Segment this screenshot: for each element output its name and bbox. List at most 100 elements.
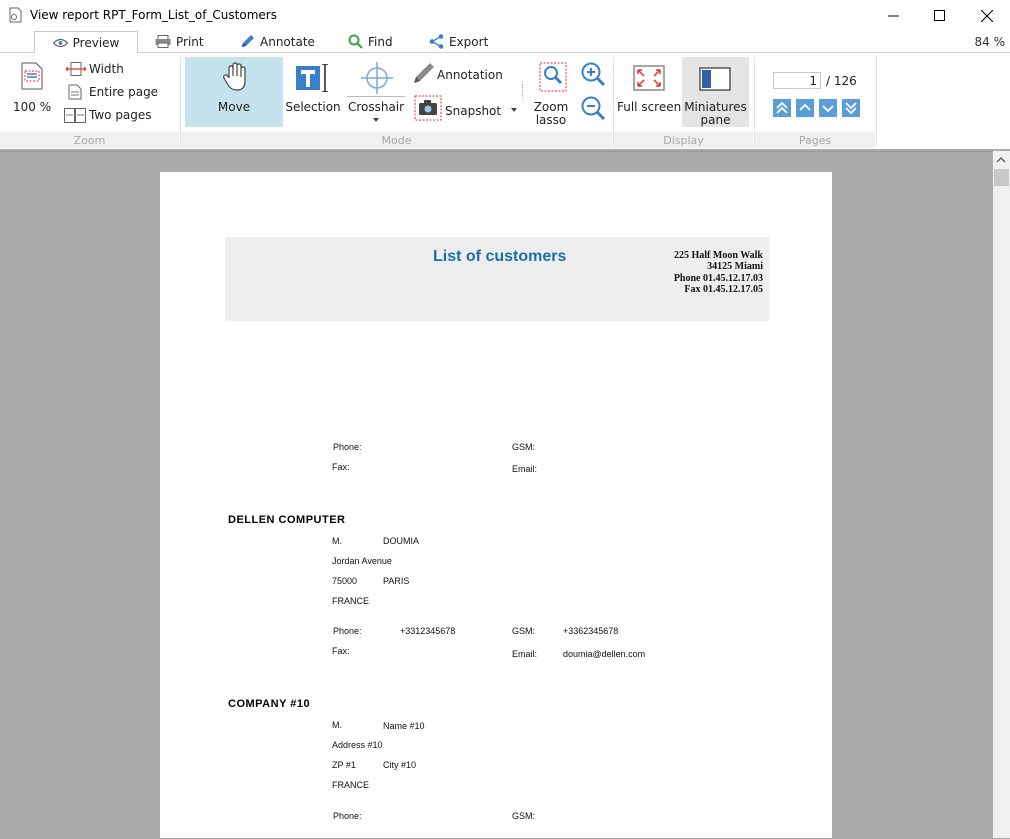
eye-icon <box>52 38 68 47</box>
zoom-in-icon[interactable] <box>580 61 606 87</box>
close-icon <box>981 9 993 22</box>
tab-preview-label: Preview <box>72 35 120 50</box>
last-page-button[interactable] <box>842 99 860 117</box>
email-label: Email: <box>512 649 538 659</box>
zoom-entire-page-button[interactable]: Entire page <box>64 83 164 101</box>
full-screen-button[interactable]: Full screen <box>617 57 681 127</box>
chevron-down-icon[interactable] <box>373 118 379 122</box>
customer-phone: +3312345678 <box>400 626 456 636</box>
customer-country: FRANCE <box>332 780 370 790</box>
customer-city: City #10 <box>383 760 417 770</box>
zoom-width-button[interactable]: Width <box>64 60 164 78</box>
chevron-down-icon <box>822 105 834 113</box>
gsm-label: GSM: <box>512 442 536 452</box>
customer-company: DELLEN COMPUTER <box>228 514 346 526</box>
customer-country: FRANCE <box>332 596 370 606</box>
customer-name: Name #10 <box>383 721 425 731</box>
full-screen-icon <box>633 65 665 91</box>
previous-page-button[interactable] <box>796 99 814 117</box>
double-chevron-down-icon <box>845 102 857 114</box>
snapshot-mode-label: Snapshot <box>445 104 502 118</box>
tab-export-label: Export <box>449 34 489 49</box>
report-title: List of customers <box>433 248 567 265</box>
zoom-100-button[interactable]: 100 % <box>10 60 54 116</box>
crosshair-mode-button[interactable]: Crosshair <box>345 57 407 127</box>
phone-label: Phone: <box>333 626 362 636</box>
company-address-line-2: 34125 Miami <box>707 261 763 272</box>
minimize-button[interactable] <box>870 0 916 31</box>
first-page-button[interactable] <box>773 99 791 117</box>
hand-icon <box>223 62 246 91</box>
tab-preview[interactable]: Preview <box>34 31 138 53</box>
minimize-icon <box>887 15 899 17</box>
zoom-lasso-icon <box>539 62 567 92</box>
phone-label: Phone: <box>333 442 362 452</box>
miniatures-pane-button[interactable]: Miniatures pane <box>682 57 749 127</box>
page-number-input[interactable] <box>773 72 821 89</box>
vertical-scrollbar[interactable] <box>993 151 1010 838</box>
zoom-two-pages-button[interactable]: Two pages <box>64 106 164 124</box>
chevron-up-icon <box>799 103 811 111</box>
annotation-mode-label: Annotation <box>437 68 503 82</box>
fax-label: Fax: <box>332 462 350 472</box>
tab-print[interactable]: Print <box>155 31 204 52</box>
display-group-label: Display <box>614 132 753 148</box>
tab-find[interactable]: Find <box>348 31 393 52</box>
customer-address: Address #10 <box>332 740 383 750</box>
share-icon <box>429 34 444 49</box>
customer-title: M. <box>332 536 342 546</box>
customer-city: PARIS <box>383 576 410 586</box>
phone-label: Phone: <box>333 811 362 821</box>
tab-export[interactable]: Export <box>429 31 488 52</box>
double-chevron-up-icon <box>776 102 788 114</box>
search-icon <box>348 34 363 49</box>
tab-annotate[interactable]: Annotate <box>240 31 315 52</box>
annotation-mode-button[interactable]: Annotation <box>410 61 520 87</box>
company-fax: Fax 01.45.12.17.05 <box>684 284 763 295</box>
gsm-label: GSM: <box>512 626 536 636</box>
mode-group-label: Mode <box>181 132 612 148</box>
crosshair-icon <box>361 62 393 94</box>
fax-label: Fax: <box>332 646 350 656</box>
pencil-icon <box>242 35 254 47</box>
customer-name: DOUMIA <box>383 536 419 546</box>
zoom-lasso-button[interactable]: Zoom lasso <box>530 60 572 128</box>
gsm-label: GSM: <box>512 811 536 821</box>
crosshair-divider <box>347 96 405 97</box>
customer-zip: 75000 <box>332 576 358 586</box>
window-title: View report RPT_Form_List_of_Customers <box>30 8 277 22</box>
customer-company: COMPANY #10 <box>228 698 311 710</box>
text-selection-icon <box>296 64 328 92</box>
move-mode-label: Move <box>217 100 251 114</box>
close-button[interactable] <box>964 0 1010 31</box>
zoom-out-icon[interactable] <box>580 95 606 121</box>
scroll-up-arrow-icon[interactable] <box>996 156 1006 164</box>
customer-address: Jordan Avenue <box>332 556 392 566</box>
two-pages-icon <box>64 108 86 123</box>
group-divider <box>876 57 877 147</box>
maximize-button[interactable] <box>916 0 962 31</box>
company-address-line-1: 225 Half Moon Walk <box>674 250 763 261</box>
zoom-entire-page-label: Entire page <box>89 85 159 99</box>
chevron-down-icon[interactable] <box>511 108 517 112</box>
miniatures-pane-label-2: pane <box>700 113 731 127</box>
selection-mode-button[interactable]: Selection <box>284 57 342 127</box>
miniatures-pane-icon <box>699 67 731 91</box>
next-page-button[interactable] <box>819 99 837 117</box>
company-phone: Phone 01.45.12.17.03 <box>673 273 763 284</box>
email-label: Email: <box>512 464 538 474</box>
report-document-icon <box>9 7 22 23</box>
zoom-width-label: Width <box>89 62 124 76</box>
camera-icon <box>414 95 442 121</box>
miniatures-pane-label-1: Miniatures <box>684 100 747 114</box>
group-divider <box>522 84 525 98</box>
zoom-two-pages-label: Two pages <box>89 108 152 122</box>
snapshot-mode-button[interactable]: Snapshot <box>414 95 522 121</box>
page-total: / 126 <box>826 74 857 88</box>
customer-title: M. <box>332 720 342 730</box>
pencil-icon <box>414 63 434 83</box>
move-mode-button[interactable]: Move <box>185 57 283 127</box>
tab-strip <box>0 31 1010 53</box>
zoom-level-readout: 84 % <box>974 35 1006 49</box>
scrollbar-thumb[interactable] <box>994 169 1009 186</box>
